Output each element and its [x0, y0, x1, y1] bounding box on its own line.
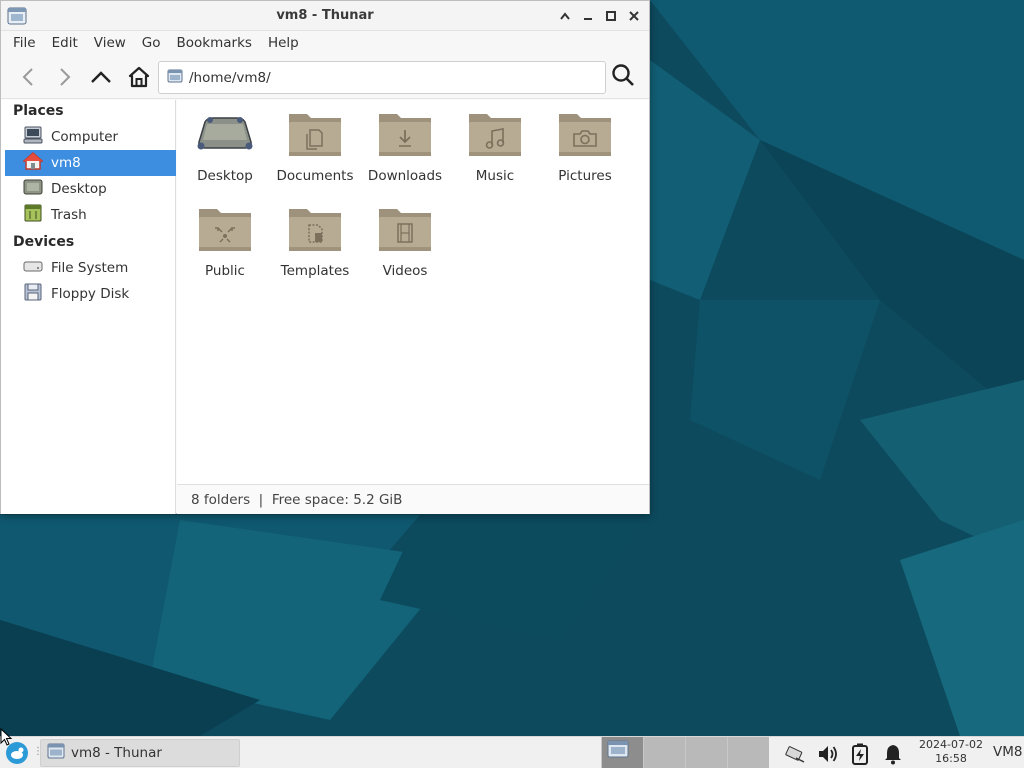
- desktop-icon: [23, 178, 43, 200]
- sidebar-item-label: Computer: [51, 129, 119, 145]
- workspace-window-icon: [607, 740, 629, 762]
- volume-icon[interactable]: [817, 743, 839, 765]
- folder-music[interactable]: Music: [450, 108, 540, 198]
- sidebar-item-trash[interactable]: Trash: [5, 202, 176, 228]
- folder-label: Downloads: [367, 168, 443, 184]
- folder-label: Videos: [382, 263, 428, 279]
- devices-heading: Devices: [13, 234, 75, 250]
- downloads-folder-icon: [375, 108, 435, 164]
- folder-desktop[interactable]: Desktop: [180, 108, 270, 198]
- workspace-2[interactable]: [643, 737, 685, 768]
- sidebar-item-label: Trash: [51, 207, 87, 223]
- public-folder-icon: [195, 203, 255, 259]
- videos-folder-icon: [375, 203, 435, 259]
- folder-label: Music: [475, 168, 515, 184]
- folder-label: Public: [205, 263, 245, 279]
- sidebar-item-file-system[interactable]: File System: [5, 255, 176, 281]
- home-button[interactable]: [125, 63, 153, 91]
- workspace-1[interactable]: [601, 737, 643, 768]
- minimize-up-button[interactable]: [555, 6, 574, 26]
- network-icon[interactable]: [784, 743, 806, 765]
- folder-documents[interactable]: Documents: [270, 108, 360, 198]
- sidebar-item-computer[interactable]: Computer: [5, 124, 176, 150]
- pictures-folder-icon: [555, 108, 615, 164]
- parent-folder-button[interactable]: [87, 63, 115, 91]
- workspace-3[interactable]: [685, 737, 727, 768]
- folder-public[interactable]: Public: [180, 203, 270, 293]
- templates-folder-icon: [285, 203, 345, 259]
- folder-videos[interactable]: Videos: [360, 203, 450, 293]
- folder-label: Desktop: [197, 168, 253, 184]
- menu-file[interactable]: File: [5, 35, 44, 51]
- location-path: /home/vm8/: [189, 69, 271, 86]
- file-manager-window: vm8 - Thunar File Edit View Go Bookmarks…: [0, 0, 650, 514]
- clock-date: 2024-07-02: [919, 738, 983, 751]
- maximize-button[interactable]: [601, 6, 620, 26]
- thunar-window-icon: [47, 743, 65, 763]
- taskbar: ⋮ vm8 - Thunar 2024-07-02 16:58 VM8: [0, 736, 1024, 768]
- folder-label: Pictures: [558, 168, 612, 184]
- battery-icon[interactable]: [849, 743, 871, 765]
- clock-time: 16:58: [935, 752, 967, 765]
- desktop-folder-icon: [195, 108, 255, 164]
- menu-bar: File Edit View Go Bookmarks Help: [1, 31, 649, 55]
- sidebar-item-label: Desktop: [51, 181, 107, 197]
- folder-pictures[interactable]: Pictures: [540, 108, 630, 198]
- minimize-button[interactable]: [578, 6, 597, 26]
- xfce-logo-icon: [4, 742, 30, 768]
- home-icon: [22, 151, 44, 174]
- sidebar-item-label: vm8: [51, 155, 81, 171]
- sidebar-item-floppy-disk[interactable]: Floppy Disk: [5, 281, 176, 307]
- mouse-pointer-icon: [0, 727, 13, 750]
- folder-location-icon: [167, 69, 183, 87]
- sidebar-item-label: File System: [51, 260, 129, 276]
- title-bar[interactable]: vm8 - Thunar: [1, 1, 649, 31]
- trash-icon: [23, 204, 43, 226]
- places-heading: Places: [13, 103, 64, 119]
- toolbar: /home/vm8/: [1, 55, 649, 99]
- music-folder-icon: [465, 108, 525, 164]
- location-bar[interactable]: /home/vm8/: [158, 61, 606, 94]
- menu-bookmarks[interactable]: Bookmarks: [169, 35, 260, 51]
- menu-help[interactable]: Help: [260, 35, 307, 51]
- close-button[interactable]: [624, 6, 643, 26]
- status-bar: 8 folders | Free space: 5.2 GiB: [177, 484, 649, 514]
- folder-templates[interactable]: Templates: [270, 203, 360, 293]
- folder-label: Documents: [276, 168, 354, 184]
- drive-icon: [23, 257, 43, 279]
- folder-label: Templates: [280, 263, 350, 279]
- file-view[interactable]: Desktop Documents Downloads Music Pictur…: [177, 100, 649, 484]
- documents-folder-icon: [285, 108, 345, 164]
- taskbar-item-label: vm8 - Thunar: [71, 745, 162, 761]
- back-button[interactable]: [15, 63, 43, 91]
- notification-bell-icon[interactable]: [882, 743, 904, 765]
- sidebar-item-label: Floppy Disk: [51, 286, 130, 302]
- status-text: 8 folders | Free space: 5.2 GiB: [191, 491, 403, 508]
- sidebar: Places Computer vm8 Desktop Trash Device…: [1, 100, 176, 514]
- search-icon: [611, 63, 635, 91]
- sidebar-item-vm8[interactable]: vm8: [5, 150, 176, 176]
- forward-button[interactable]: [50, 63, 78, 91]
- taskbar-item-thunar[interactable]: vm8 - Thunar: [40, 739, 240, 767]
- menu-view[interactable]: View: [86, 35, 134, 51]
- folder-downloads[interactable]: Downloads: [360, 108, 450, 198]
- user-label[interactable]: VM8: [993, 744, 1022, 760]
- workspace-4[interactable]: [727, 737, 769, 768]
- sidebar-item-desktop[interactable]: Desktop: [5, 176, 176, 202]
- window-title: vm8 - Thunar: [276, 8, 374, 23]
- search-button[interactable]: [609, 63, 637, 91]
- menu-edit[interactable]: Edit: [44, 35, 86, 51]
- menu-go[interactable]: Go: [134, 35, 169, 51]
- clock[interactable]: 2024-07-02 16:58: [915, 738, 987, 766]
- computer-icon: [23, 126, 43, 148]
- floppy-icon: [23, 283, 43, 305]
